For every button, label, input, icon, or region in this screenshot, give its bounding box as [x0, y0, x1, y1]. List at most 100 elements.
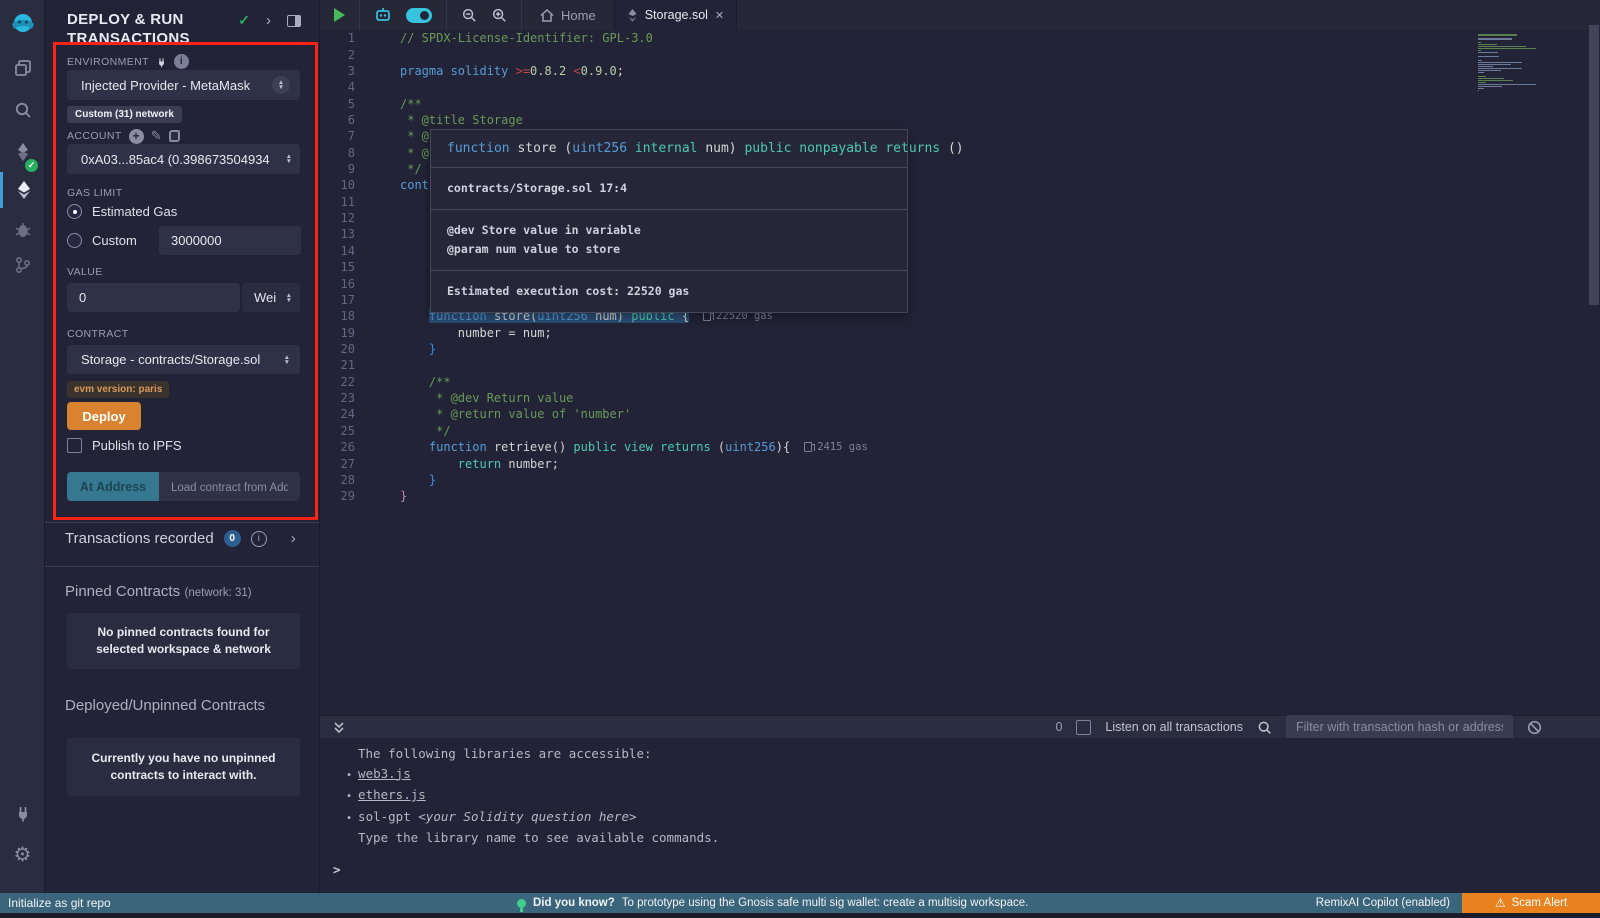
add-account-icon[interactable]	[129, 129, 144, 144]
line-number: 25	[320, 424, 375, 438]
copy-account-icon[interactable]	[169, 130, 180, 142]
panel-check-icon	[238, 12, 250, 29]
editor-minimap[interactable]	[1478, 34, 1536, 92]
zoom-out-icon[interactable]	[461, 7, 477, 23]
deploy-run-icon[interactable]	[0, 172, 45, 208]
terminal-tx-count: 0	[1055, 720, 1062, 734]
close-tab-icon[interactable]	[715, 8, 724, 22]
custom-gas-input[interactable]	[159, 226, 301, 255]
line-number: 12	[320, 211, 375, 225]
code-line[interactable]: 24 * @return value of 'number'	[320, 406, 1600, 422]
code-line[interactable]: 22 /**	[320, 374, 1600, 390]
home-icon	[540, 9, 554, 22]
code-line[interactable]: 25 */	[320, 423, 1600, 439]
scam-alert-button[interactable]: Scam Alert	[1462, 893, 1600, 913]
environment-info-icon[interactable]	[174, 54, 189, 69]
network-badge: Custom (31) network	[67, 106, 182, 123]
code-line[interactable]: 23 * @dev Return value	[320, 390, 1600, 406]
publish-ipfs-checkbox[interactable]: Publish to IPFS	[67, 438, 182, 453]
file-explorer-icon[interactable]	[0, 50, 45, 86]
at-address-button[interactable]: At Address	[67, 472, 159, 501]
code-line[interactable]: 21	[320, 357, 1600, 373]
estimated-gas-radio[interactable]: Estimated Gas	[67, 204, 177, 219]
custom-gas-radio[interactable]: Custom	[67, 233, 137, 248]
code-line[interactable]: 26 function retrieve() public view retur…	[320, 439, 1600, 455]
debugger-icon[interactable]	[0, 212, 45, 248]
ai-copilot-robot-icon[interactable]	[374, 7, 392, 23]
value-label: VALUE	[67, 266, 103, 278]
tab-storage-sol[interactable]: Storage.sol	[614, 0, 737, 30]
settings-gear-icon[interactable]	[0, 836, 45, 872]
deploy-button[interactable]: Deploy	[67, 402, 141, 430]
pin-panel-icon[interactable]	[287, 15, 301, 27]
plugin-manager-icon[interactable]	[0, 795, 45, 831]
line-number: 5	[320, 97, 375, 111]
edit-account-icon[interactable]	[151, 128, 162, 144]
environment-select[interactable]: Injected Provider - MetaMask	[67, 70, 300, 100]
line-number: 26	[320, 440, 375, 454]
compile-success-badge: ✓	[25, 159, 38, 172]
code-line[interactable]: 19 number = num;	[320, 324, 1600, 340]
git-init-status[interactable]: Initialize as git repo	[8, 893, 111, 913]
terminal-collapse-icon[interactable]	[332, 720, 346, 734]
line-number: 21	[320, 358, 375, 372]
line-number: 8	[320, 146, 375, 160]
zoom-in-icon[interactable]	[491, 7, 507, 23]
tooltip-path: contracts/Storage.sol 17:4	[431, 167, 907, 209]
code-line[interactable]: 5/**	[320, 95, 1600, 111]
transactions-expand-icon[interactable]	[291, 530, 296, 547]
panel-chevron-icon[interactable]	[266, 12, 271, 29]
code-line[interactable]: 2	[320, 46, 1600, 62]
copilot-status[interactable]: RemixAI Copilot (enabled)	[1316, 893, 1450, 913]
line-number: 23	[320, 391, 375, 405]
remix-logo-icon[interactable]	[0, 6, 45, 42]
git-icon[interactable]	[0, 247, 45, 283]
terminal-prompt[interactable]: >	[320, 862, 1600, 877]
terminal-link[interactable]: ethers.js	[358, 787, 426, 802]
clear-terminal-icon[interactable]	[1527, 720, 1542, 735]
terminal-link[interactable]: web3.js	[358, 766, 411, 781]
tab-home[interactable]: Home	[522, 0, 614, 30]
transactions-recorded-row[interactable]: Transactions recorded 0	[65, 530, 296, 547]
account-select[interactable]: 0xA03...85ac4 (0.398673504934	[67, 144, 300, 174]
line-number: 10	[320, 178, 375, 192]
code-line[interactable]: 28 }	[320, 472, 1600, 488]
code-line[interactable]: 27 return number;	[320, 455, 1600, 471]
at-address-input[interactable]	[159, 472, 300, 501]
listen-all-checkbox[interactable]	[1076, 720, 1091, 735]
plug-icon[interactable]	[156, 56, 167, 68]
terminal-line: Type the library name to see available c…	[320, 828, 1600, 848]
select-arrows-icon	[286, 154, 292, 164]
terminal-filter-input[interactable]	[1286, 715, 1513, 740]
code-line[interactable]: 20 }	[320, 341, 1600, 357]
value-input[interactable]	[67, 283, 240, 312]
line-number: 24	[320, 407, 375, 421]
solidity-compiler-icon[interactable]: ✓	[0, 134, 45, 170]
value-unit-select[interactable]: Wei	[242, 283, 300, 312]
line-number: 20	[320, 342, 375, 356]
code-line[interactable]: 3pragma solidity >=0.8.2 <0.9.0;	[320, 63, 1600, 79]
code-line[interactable]: 29}	[320, 488, 1600, 504]
code-line[interactable]: 1// SPDX-License-Identifier: GPL-3.0	[320, 30, 1600, 46]
select-arrows-icon	[284, 355, 290, 365]
search-icon[interactable]	[0, 92, 45, 128]
terminal-search-icon	[1257, 720, 1272, 735]
transactions-info-icon[interactable]	[251, 531, 267, 547]
contract-label: CONTRACT	[67, 328, 129, 340]
unpinned-contracts-title: Deployed/Unpinned Contracts	[65, 697, 265, 714]
run-script-icon[interactable]	[334, 8, 345, 22]
editor-scrollbar[interactable]	[1589, 25, 1599, 305]
line-number: 29	[320, 489, 375, 503]
terminal-lines: The following libraries are accessible: w…	[320, 744, 1600, 848]
code-line[interactable]: 6 * @title Storage	[320, 112, 1600, 128]
code-line[interactable]: 4	[320, 79, 1600, 95]
line-number: 15	[320, 260, 375, 274]
editor-tabbar: Home Storage.sol	[320, 0, 1600, 30]
terminal-line: The following libraries are accessible:	[320, 744, 1600, 764]
line-number: 9	[320, 162, 375, 176]
copilot-toggle[interactable]	[406, 8, 432, 23]
contract-select[interactable]: Storage - contracts/Storage.sol	[67, 345, 300, 374]
terminal-output[interactable]: The following libraries are accessible: w…	[320, 738, 1600, 893]
line-number: 13	[320, 227, 375, 241]
line-number: 2	[320, 48, 375, 62]
